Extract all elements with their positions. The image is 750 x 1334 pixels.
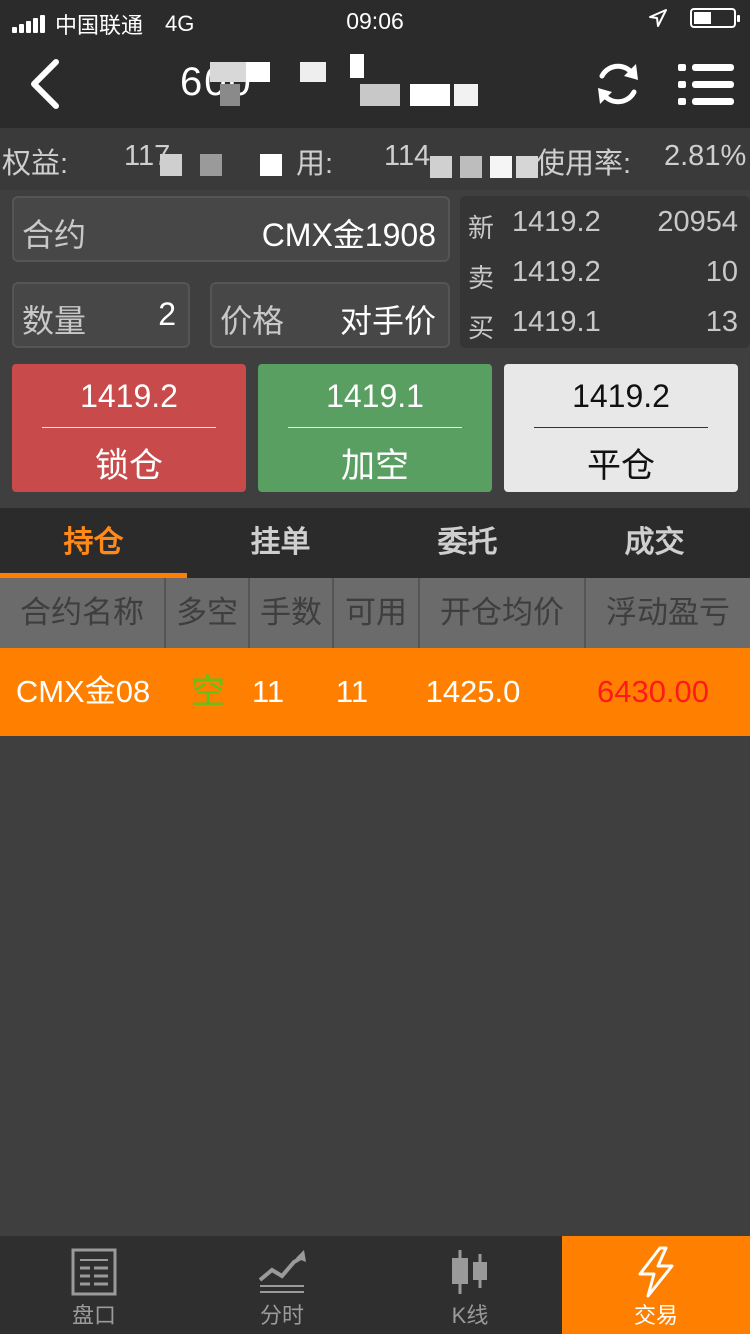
time-share-chart-icon bbox=[258, 1250, 306, 1293]
cell-avg-price: 1425.0 bbox=[425, 674, 521, 709]
tab-orders[interactable]: 委托 bbox=[374, 508, 561, 578]
tab-pending[interactable]: 挂单 bbox=[187, 508, 374, 578]
location-icon bbox=[649, 9, 667, 27]
lock-label: 锁仓 bbox=[95, 447, 163, 485]
order-book-icon bbox=[71, 1248, 117, 1296]
candlestick-icon bbox=[452, 1250, 487, 1294]
contract-field[interactable]: 合约 CMX金1908 bbox=[12, 196, 450, 262]
usage-label: 使用率: bbox=[536, 148, 632, 180]
tabbar-label: 分时 bbox=[259, 1303, 304, 1328]
price-label: 价格 bbox=[220, 303, 285, 339]
lock-price: 1419.2 bbox=[80, 378, 178, 414]
col-available: 可用 bbox=[334, 578, 420, 648]
cell-pnl: 6430.00 bbox=[596, 674, 710, 709]
tabbar-item-time-share[interactable]: 分时 bbox=[188, 1236, 376, 1334]
col-direction: 多空 bbox=[166, 578, 250, 648]
tabbar-item-trade[interactable]: 交易 bbox=[562, 1236, 750, 1334]
quote-value: 20954 bbox=[657, 206, 738, 238]
price-field[interactable]: 价格 对手价 bbox=[210, 282, 450, 348]
cell-lots: 11 bbox=[251, 674, 285, 709]
lightning-icon bbox=[638, 1246, 674, 1298]
divider bbox=[534, 427, 708, 428]
quote-key: 新 bbox=[468, 213, 495, 243]
table-row[interactable]: CMX金08 空 11 11 1425.0 6430.00 bbox=[0, 648, 750, 736]
divider bbox=[42, 427, 216, 428]
col-avg-price: 开仓均价 bbox=[420, 578, 586, 648]
refresh-icon[interactable] bbox=[590, 56, 646, 112]
quote-panel: 新 1419.2 20954 卖 1419.2 10 买 1419.1 13 bbox=[460, 196, 750, 348]
tab-fills[interactable]: 成交 bbox=[561, 508, 748, 578]
quantity-label: 数量 bbox=[22, 303, 87, 339]
quote-value: 13 bbox=[705, 306, 738, 338]
quote-row-bid: 买 1419.1 13 bbox=[460, 298, 750, 348]
usage-value: 2.81% bbox=[664, 140, 747, 172]
tabbar-item-order-book[interactable]: 盘口 bbox=[0, 1236, 188, 1334]
redaction-mosaic bbox=[200, 54, 490, 116]
divider bbox=[288, 427, 462, 428]
contract-label: 合约 bbox=[22, 217, 87, 253]
quote-row-last: 新 1419.2 20954 bbox=[460, 198, 750, 248]
redaction-mosaic bbox=[160, 132, 540, 184]
nav-bar: 600 bbox=[0, 42, 750, 128]
bottom-tab-bar: 盘口 分时 K线 交易 bbox=[0, 1236, 750, 1334]
cell-available: 11 bbox=[335, 674, 369, 709]
lock-position-button[interactable]: 1419.2 锁仓 bbox=[12, 364, 246, 492]
back-icon[interactable] bbox=[20, 54, 80, 114]
quote-row-ask: 卖 1419.2 10 bbox=[460, 248, 750, 298]
status-time: 09:06 bbox=[346, 8, 404, 34]
add-short-price: 1419.1 bbox=[326, 378, 424, 414]
menu-icon[interactable] bbox=[676, 60, 736, 110]
quote-price: 1419.1 bbox=[512, 306, 601, 338]
quantity-value: 2 bbox=[158, 296, 176, 332]
tab-positions[interactable]: 持仓 bbox=[0, 508, 187, 578]
tabbar-label: K线 bbox=[451, 1303, 489, 1328]
quote-key: 买 bbox=[468, 313, 495, 343]
quote-price: 1419.2 bbox=[512, 256, 601, 288]
close-position-button[interactable]: 1419.2 平仓 bbox=[504, 364, 738, 492]
add-short-button[interactable]: 1419.1 加空 bbox=[258, 364, 492, 492]
col-lots: 手数 bbox=[250, 578, 334, 648]
add-short-label: 加空 bbox=[341, 447, 409, 485]
position-tabs: 持仓 挂单 委托 成交 bbox=[0, 508, 750, 578]
col-contract: 合约名称 bbox=[0, 578, 166, 648]
quote-key: 卖 bbox=[468, 263, 495, 293]
col-pnl: 浮动盈亏 bbox=[606, 595, 730, 630]
contract-value: CMX金1908 bbox=[261, 217, 436, 253]
quote-price: 1419.2 bbox=[512, 206, 601, 238]
table-header: 合约名称 多空 手数 可用 开仓均价 浮动盈亏 bbox=[0, 578, 750, 648]
price-value: 对手价 bbox=[339, 303, 436, 339]
close-price: 1419.2 bbox=[572, 378, 670, 414]
battery-icon bbox=[690, 8, 740, 28]
tabbar-item-kline[interactable]: K线 bbox=[376, 1236, 564, 1334]
status-right bbox=[648, 8, 740, 28]
quantity-field[interactable]: 数量 2 bbox=[12, 282, 190, 348]
cell-contract: CMX金08 bbox=[15, 674, 151, 709]
quote-value: 10 bbox=[705, 256, 738, 288]
account-summary: 权益: 117 用: 114 使用率: 2.81% bbox=[0, 128, 750, 190]
tabbar-label: 交易 bbox=[633, 1303, 678, 1328]
equity-label: 权益: bbox=[2, 148, 69, 180]
status-bar: 中国联通 4G 09:06 bbox=[0, 0, 750, 42]
tabbar-label: 盘口 bbox=[71, 1303, 116, 1328]
close-label: 平仓 bbox=[587, 447, 655, 485]
